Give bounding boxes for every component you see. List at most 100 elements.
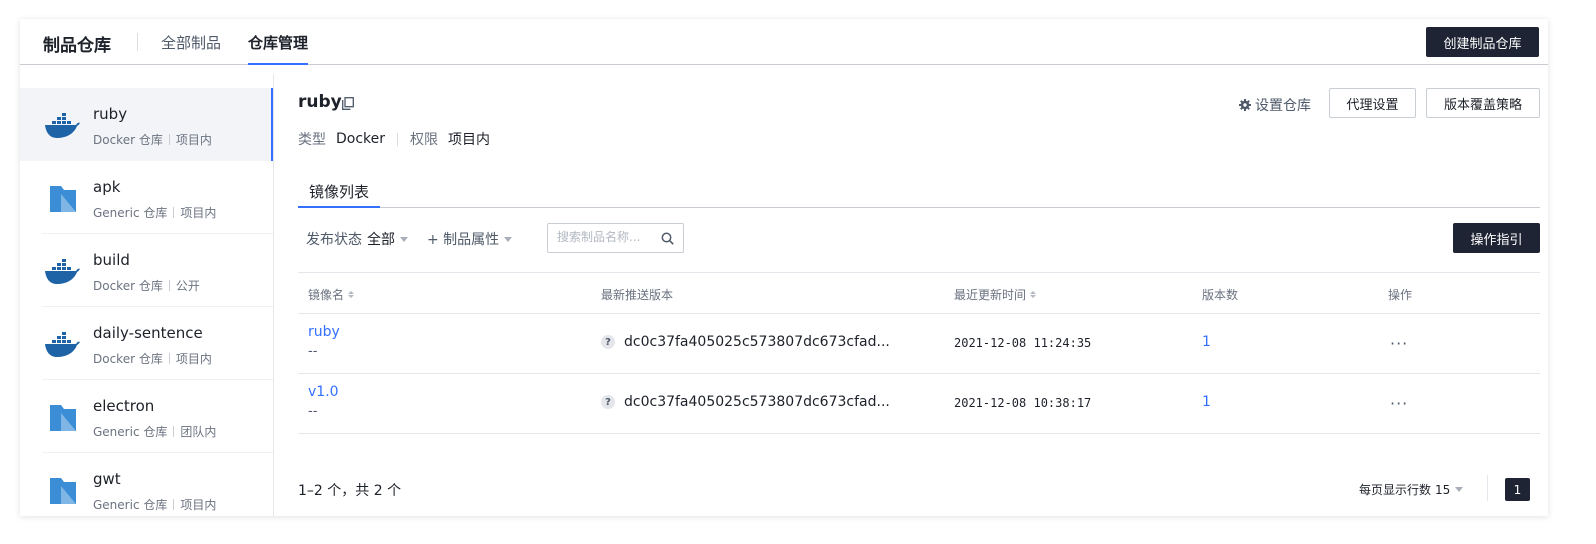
repo-detail-panel: ruby 类型 Docker 权限 项目内 设置仓库 代理设置 版本覆盖策略 镜… [274,74,1548,516]
more-actions-icon[interactable]: ··· [1390,394,1408,413]
repo-scope: 项目内 [175,352,212,366]
digest-text: dc0c37fa405025c573807dc673cfad... [624,334,890,350]
repo-meta: Docker 仓库 公开 [93,277,200,294]
image-name-link[interactable]: ruby [308,324,340,340]
meta-divider [173,207,175,218]
sidebar-item-ruby[interactable]: ruby Docker 仓库 项目内 [20,88,273,161]
repo-meta-line: 类型 Docker 权限 项目内 [298,129,490,149]
column-updated-time[interactable]: 最近更新时间 [954,286,1037,303]
repo-type: Docker 仓库 [93,279,163,293]
column-label: 镜像名 [308,288,345,302]
sidebar-item-build[interactable]: build Docker 仓库 公开 [20,234,273,307]
sidebar-item-daily-sentence[interactable]: daily-sentence Docker 仓库 项目内 [20,307,273,380]
guide-button[interactable]: 操作指引 [1453,223,1540,253]
pagination-summary: 1–2 个，共 2 个 [298,483,402,499]
help-icon[interactable]: ? [601,335,615,349]
image-description: -- [308,344,318,359]
detail-tabs: 镜像列表 [298,180,1540,208]
column-version-count: 版本数 [1202,286,1238,303]
tab-all-artifacts[interactable]: 全部制品 [161,32,221,65]
meta-divider [168,280,170,291]
repo-type: Generic 仓库 [93,425,168,439]
page-button-current[interactable]: 1 [1505,478,1530,501]
repo-name: gwt [93,470,121,488]
proxy-settings-button[interactable]: 代理设置 [1329,88,1416,118]
docker-icon [45,113,80,138]
repo-name: apk [93,178,121,196]
type-label: 类型 [298,132,326,148]
repo-title: ruby [298,92,342,112]
tab-repo-management[interactable]: 仓库管理 [248,32,309,65]
search-input[interactable] [557,230,657,244]
sidebar-item-apk[interactable]: apk Generic 仓库 项目内 [20,161,273,234]
version-overwrite-button[interactable]: 版本覆盖策略 [1426,88,1540,118]
page-size-value: 15 [1435,482,1451,497]
search-icon[interactable] [661,232,674,245]
repo-name: ruby [93,105,128,123]
repo-sidebar: ruby Docker 仓库 项目内 apk Generic 仓库 项目内 bu… [20,74,274,516]
column-label: 最近更新时间 [954,288,1027,302]
repo-scope: 项目内 [180,498,217,512]
latest-digest: ? dc0c37fa405025c573807dc673cfad... [601,394,890,410]
column-actions: 操作 [1388,286,1412,303]
image-table: 镜像名 最新推送版本 最近更新时间 版本数 操作 ruby -- ? dc0c3… [298,272,1540,434]
gear-icon [1239,99,1251,111]
meta-divider [173,499,175,510]
image-description: -- [308,404,318,419]
repo-scope: 公开 [175,279,200,293]
sidebar-item-gwt[interactable]: gwt Generic 仓库 项目内 [20,453,273,516]
column-label: 操作 [1388,288,1413,302]
version-count-link[interactable]: 1 [1202,394,1211,410]
latest-digest: ? dc0c37fa405025c573807dc673cfad... [601,334,890,350]
repo-name: electron [93,397,155,415]
repo-meta: Generic 仓库 项目内 [93,204,216,221]
status-filter-label: 发布状态 [306,232,362,248]
meta-divider [168,134,170,145]
repo-type: Generic 仓库 [93,498,168,512]
page-size-select[interactable]: 每页显示行数 15 [1359,481,1464,498]
digest-text: dc0c37fa405025c573807dc673cfad... [624,394,890,410]
repo-settings-link[interactable]: 设置仓库 [1239,95,1311,115]
repo-meta: Generic 仓库 团队内 [93,423,216,440]
table-row: v1.0 -- ? dc0c37fa405025c573807dc673cfad… [298,374,1540,434]
more-actions-icon[interactable]: ··· [1390,334,1408,353]
docker-icon [45,332,80,357]
column-label: 最新推送版本 [601,288,674,302]
column-label: 版本数 [1202,288,1239,302]
image-name-link[interactable]: v1.0 [308,384,339,400]
repo-name: daily-sentence [93,324,203,342]
repo-meta: Docker 仓库 项目内 [93,350,212,367]
copy-icon[interactable] [342,97,354,110]
brand-title: 制品仓库 [43,36,111,56]
sidebar-item-electron[interactable]: electron Generic 仓库 团队内 [20,380,273,453]
sort-icon [348,291,355,298]
attribute-filter[interactable]: + 制品属性 [427,229,513,249]
status-filter[interactable]: 发布状态 全部 [306,229,408,249]
column-latest-version: 最新推送版本 [601,286,673,303]
repo-scope: 团队内 [180,425,217,439]
status-filter-value: 全部 [367,232,395,248]
caret-down-icon [504,236,513,242]
repo-name: build [93,251,130,269]
docker-icon [45,259,80,284]
repo-meta: Generic 仓库 项目内 [93,496,216,513]
help-icon[interactable]: ? [601,395,615,409]
caret-down-icon [400,236,408,242]
tab-image-list[interactable]: 镜像列表 [298,180,380,208]
column-image-name[interactable]: 镜像名 [308,286,355,303]
version-count-link[interactable]: 1 [1202,334,1211,350]
repo-type: Docker 仓库 [93,133,163,147]
table-row: ruby -- ? dc0c37fa405025c573807dc673cfad… [298,314,1540,374]
type-value: Docker [336,131,386,147]
generic-folder-icon [50,478,76,504]
generic-folder-icon [50,405,76,431]
repo-type: Docker 仓库 [93,352,163,366]
repo-settings-label: 设置仓库 [1255,98,1311,114]
repo-meta: Docker 仓库 项目内 [93,131,212,148]
meta-divider [173,426,175,437]
repo-type: Generic 仓库 [93,206,168,220]
table-header: 镜像名 最新推送版本 最近更新时间 版本数 操作 [298,272,1540,314]
page-size-label: 每页显示行数 [1359,483,1432,497]
create-repo-button[interactable]: 创建制品仓库 [1426,27,1539,57]
generic-folder-icon [50,186,76,212]
